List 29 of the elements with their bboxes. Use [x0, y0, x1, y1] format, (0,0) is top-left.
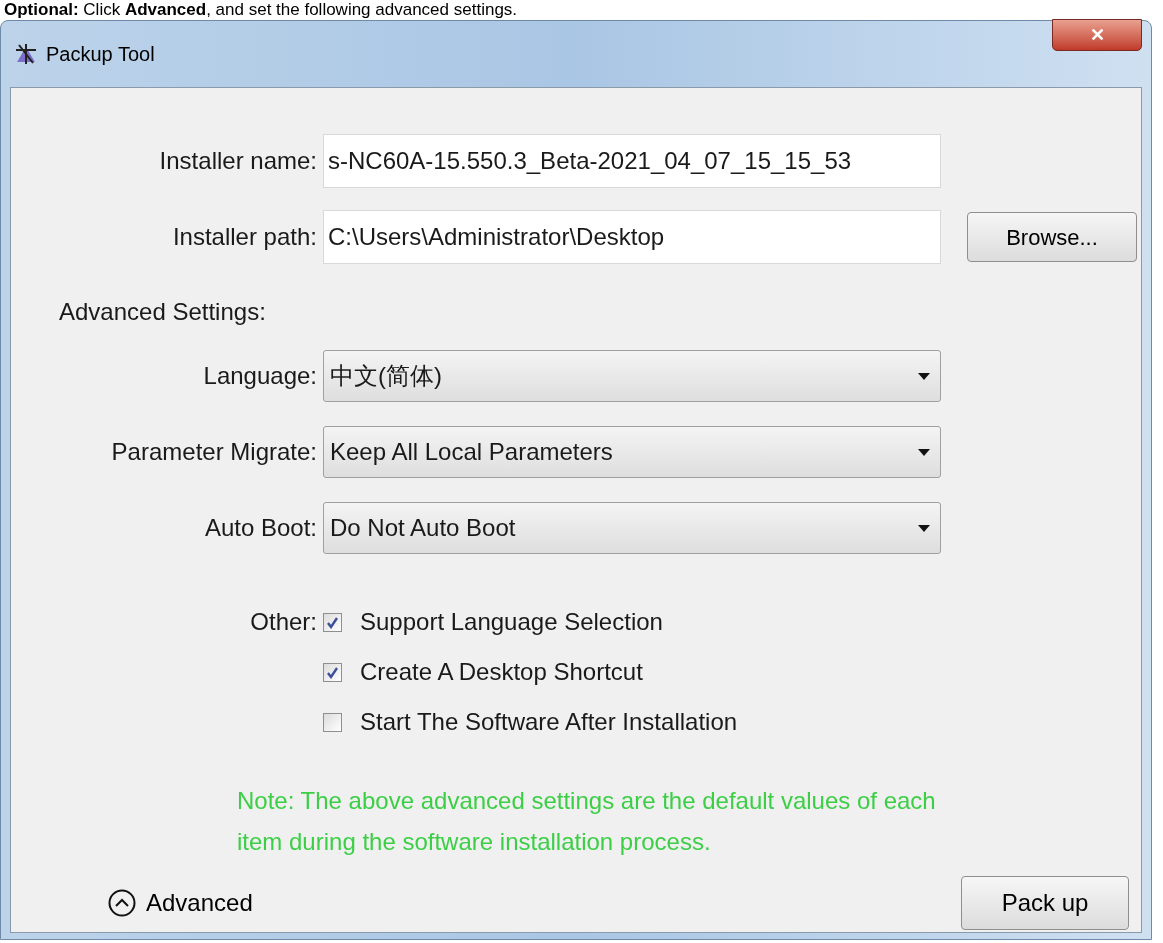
- caption-text: Optional: Click Advanced, and set the following advanced settings.: [3, 0, 518, 20]
- advanced-toggle[interactable]: Advanced: [108, 885, 253, 921]
- app-logo-icon: [14, 42, 38, 66]
- dropdown-arrow-icon: [918, 524, 930, 532]
- checkbox[interactable]: [323, 662, 342, 682]
- window-title: Packup Tool: [46, 42, 155, 67]
- dropdown-label: Language:: [203, 361, 317, 391]
- dropdown[interactable]: 中文(简体): [323, 350, 941, 402]
- checkbox-label: Support Language Selection: [360, 607, 663, 637]
- dropdown-arrow-icon: [918, 448, 930, 456]
- field-label: Other:: [250, 607, 317, 637]
- chevron-up-circle-icon: [108, 889, 136, 917]
- field-label: Installer name:: [159, 146, 317, 176]
- checkbox[interactable]: [323, 612, 342, 632]
- checkbox-label: Start The Software After Installation: [360, 707, 738, 737]
- section-heading: Advanced Settings:: [58, 297, 266, 327]
- dropdown[interactable]: Keep All Local Parameters: [323, 426, 941, 478]
- dropdown[interactable]: Do Not Auto Boot: [323, 502, 941, 554]
- note-text: Note: The above advanced settings are the default values of each item during the software installation process.: [236, 786, 937, 857]
- pack-up-button[interactable]: Pack up: [961, 876, 1129, 930]
- browse-button[interactable]: Browse...: [967, 212, 1137, 262]
- dropdown-label: Parameter Migrate:: [111, 437, 317, 467]
- input-field[interactable]: s-NC60A-15.550.3_Beta-2021_04_07_15_15_53: [323, 134, 941, 188]
- dropdown-arrow-icon: [918, 372, 930, 380]
- input-field[interactable]: C:\Users\Administrator\Desktop: [323, 210, 941, 264]
- field-label: Installer path:: [172, 222, 317, 252]
- dropdown-label: Auto Boot:: [204, 513, 317, 543]
- checkbox[interactable]: [323, 712, 342, 732]
- checkbox-label: Create A Desktop Shortcut: [360, 657, 643, 687]
